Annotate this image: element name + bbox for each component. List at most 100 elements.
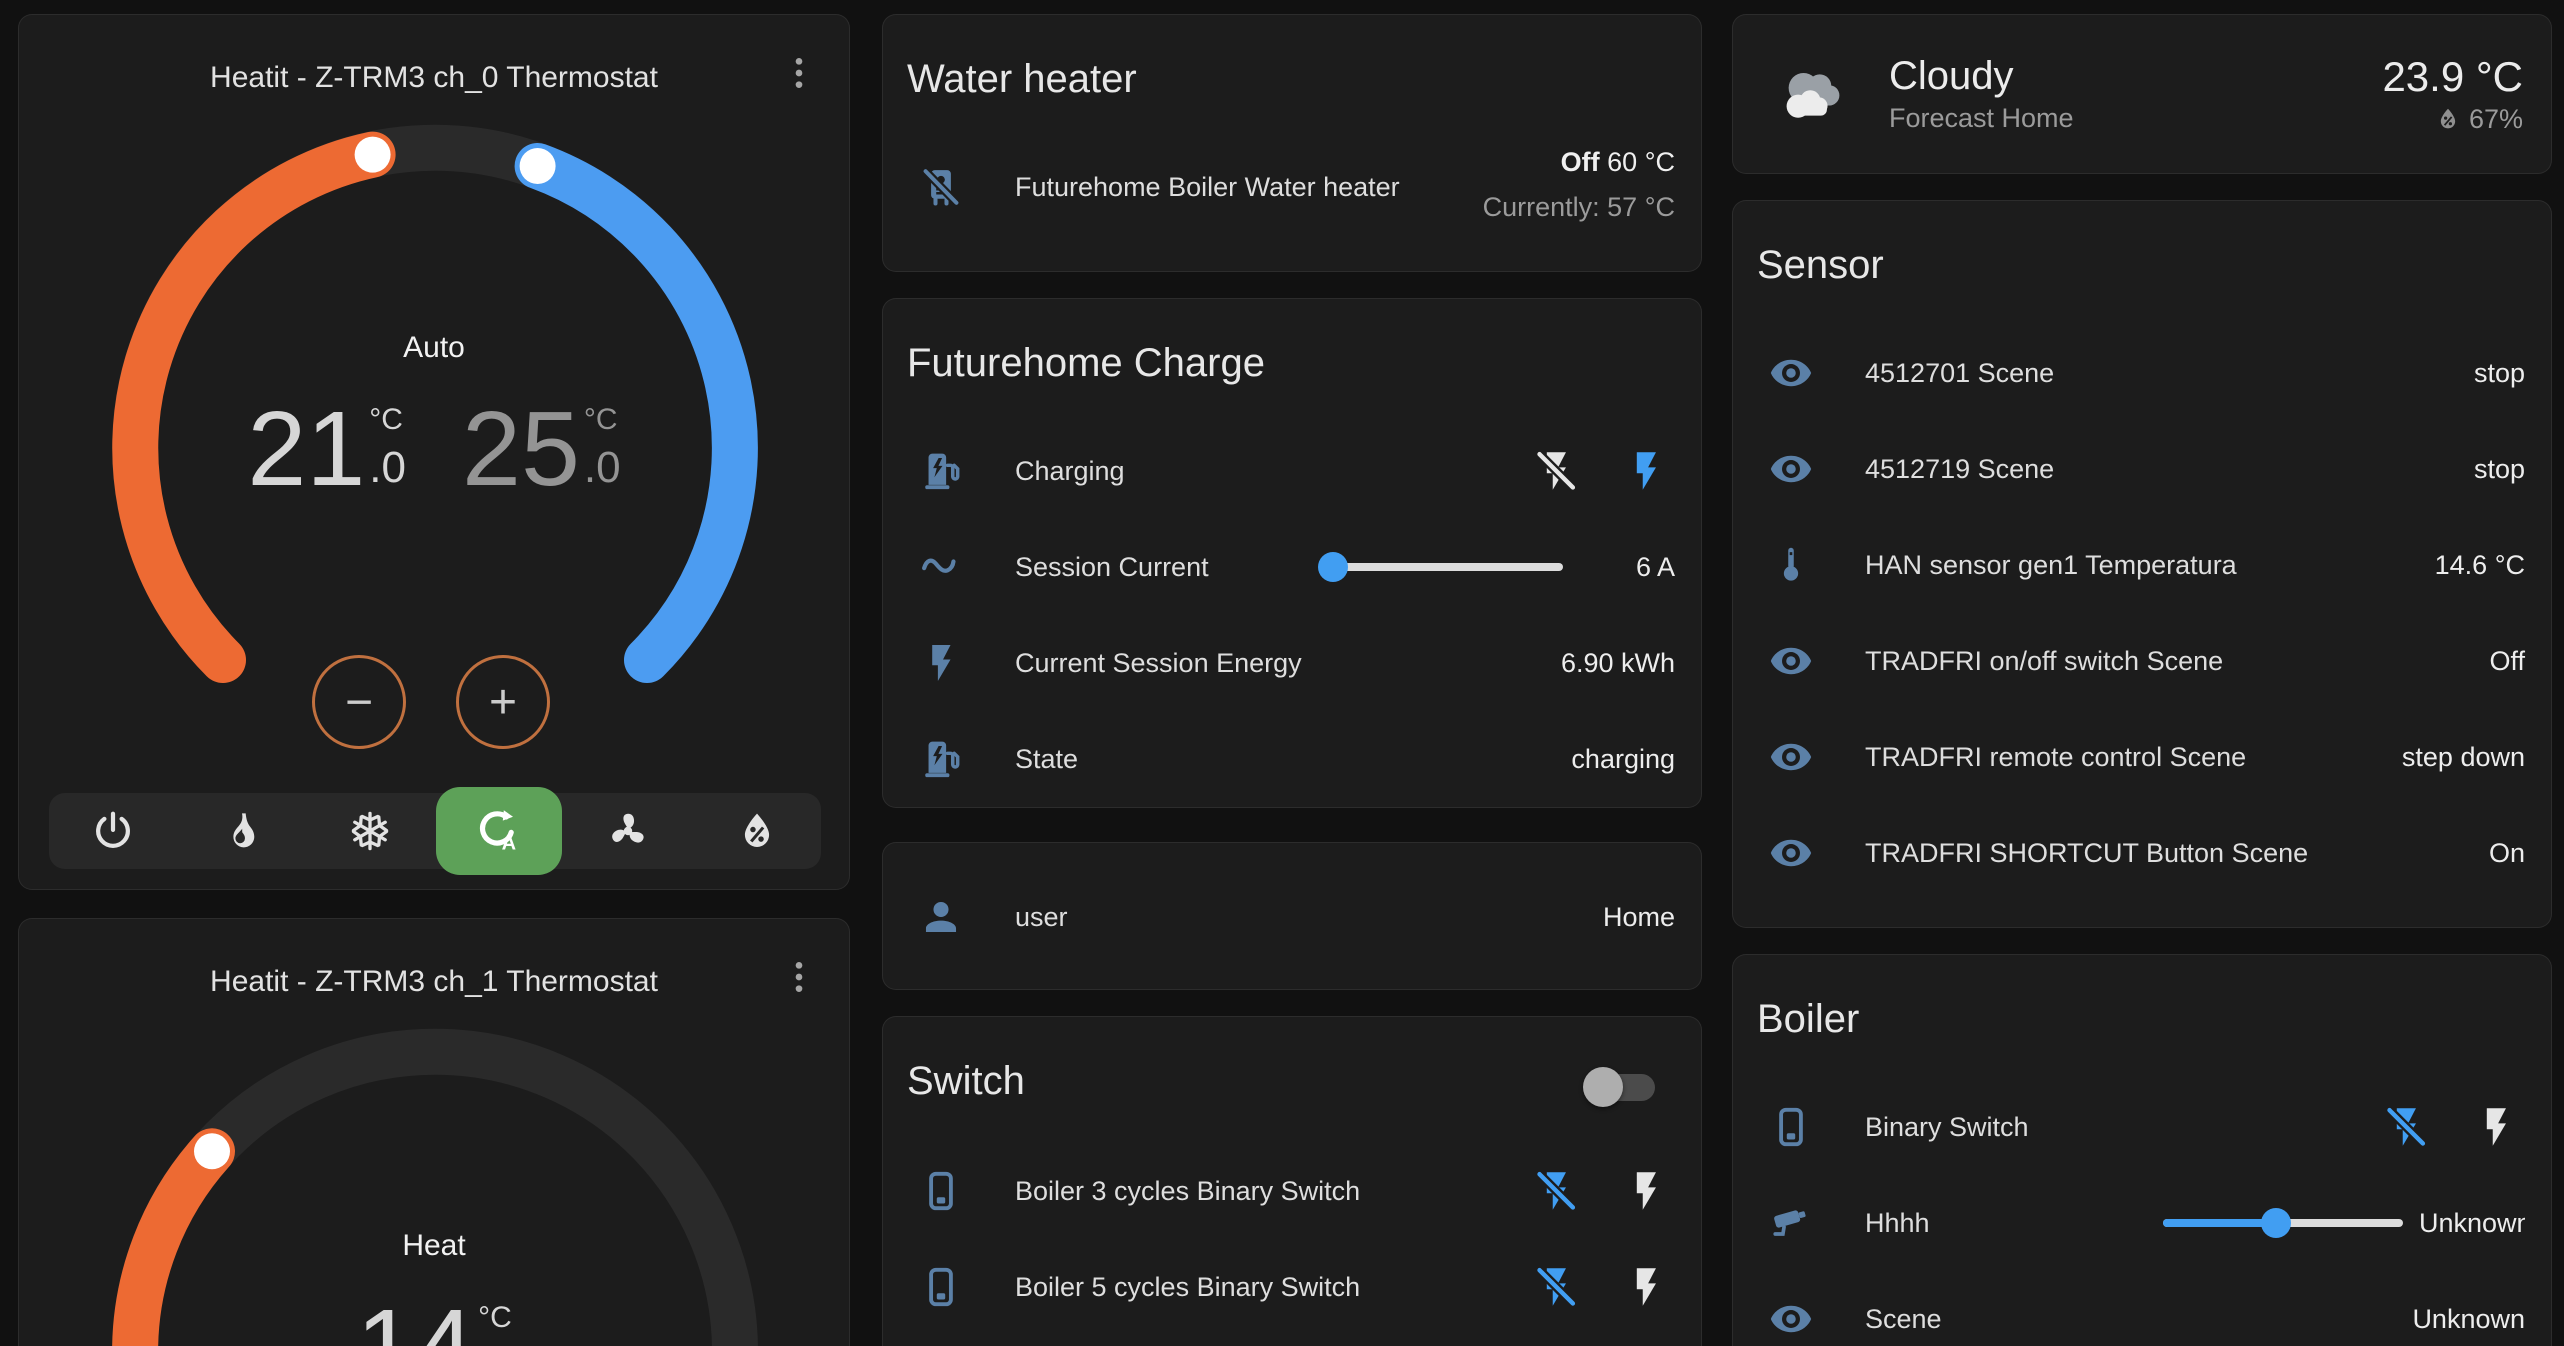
high-handle[interactable] <box>520 148 556 184</box>
more-options-icon[interactable] <box>779 51 819 95</box>
ev-station-icon <box>919 737 963 781</box>
mode-cool-button[interactable] <box>306 793 434 869</box>
target-handle[interactable] <box>194 1133 230 1169</box>
low-handle[interactable] <box>355 137 391 173</box>
entity-name: TRADFRI on/off switch Scene <box>1865 646 2473 677</box>
flash-icon[interactable] <box>1623 1264 1669 1310</box>
entity-row[interactable]: HAN sensor gen1 Temperatura 14.6 °C <box>1733 517 2551 613</box>
entity-row[interactable]: TRADFRI on/off switch Scene Off <box>1733 613 2551 709</box>
fan-icon <box>606 809 650 853</box>
entity-row[interactable]: 4512719 Scene stop <box>1733 421 2551 517</box>
flash-off-icon[interactable] <box>2383 1104 2429 1150</box>
entity-name: TRADFRI remote control Scene <box>1865 742 2386 773</box>
session-current-slider[interactable] <box>1323 550 1563 584</box>
target: 14 °C <box>356 1291 512 1346</box>
mode-dry-button[interactable] <box>693 793 821 869</box>
temp-unit: °C <box>478 1301 512 1335</box>
target-temp: 60 °C <box>1607 147 1675 177</box>
fire-icon <box>220 809 264 853</box>
card-title: Futurehome Charge <box>883 299 1701 387</box>
entity-row[interactable]: Scene Unknown <box>1733 1271 2551 1346</box>
flash-off-icon[interactable] <box>1533 1264 1579 1310</box>
thermostat-ch1-card: Heatit - Z-TRM3 ch_1 Thermostat Heat 14 … <box>18 918 850 1346</box>
entity-row[interactable]: Hhhh Unknown <box>1733 1175 2551 1271</box>
entity-row[interactable]: 4512701 Scene stop <box>1733 325 2551 421</box>
eye-icon <box>1769 1297 1813 1341</box>
weather-card[interactable]: Cloudy Forecast Home 23.9 °C 67% <box>1732 14 2552 174</box>
target-temperatures: 21 °C .0 25 °C .0 <box>19 393 849 505</box>
card-title: Switch <box>907 1057 1583 1105</box>
low-temp-unit: °C <box>369 403 406 437</box>
entity-row[interactable]: TRADFRI remote control Scene step down <box>1733 709 2551 805</box>
thermostat-ch0-card: Heatit - Z-TRM3 ch_0 Thermostat Auto 21 … <box>18 14 850 890</box>
cloudy-icon <box>1769 60 1857 128</box>
mode-auto-button[interactable] <box>436 787 562 875</box>
water-percent-icon <box>735 809 779 853</box>
slider-knob[interactable] <box>1318 552 1348 582</box>
decrease-temp-button[interactable]: − <box>312 655 406 749</box>
dashboard: Heatit - Z-TRM3 ch_0 Thermostat Auto 21 … <box>0 0 2564 1346</box>
binary-switch-icon <box>1769 1105 1813 1149</box>
entity-row[interactable]: Session Current 6 A <box>883 519 1701 615</box>
slider-fill <box>2163 1219 2276 1227</box>
entity-name: Futurehome Boiler Water heater <box>1015 172 1467 203</box>
flash-off-icon[interactable] <box>1533 448 1579 494</box>
futurehome-charge-card: Futurehome Charge Charging Session Curre… <box>882 298 1702 808</box>
mode-off-button[interactable] <box>49 793 177 869</box>
state-value: Off <box>1561 147 1600 177</box>
water-heater-card: Water heater Futurehome Boiler Water hea… <box>882 14 1702 272</box>
slider-knob[interactable] <box>2261 1208 2291 1238</box>
increase-temp-button[interactable]: + <box>456 655 550 749</box>
flash-icon[interactable] <box>1623 448 1669 494</box>
entity-state: Unknown <box>2419 1208 2525 1239</box>
target-high: 25 °C .0 <box>462 393 621 505</box>
entity-row[interactable]: user Home <box>883 869 1701 965</box>
snowflake-icon <box>348 809 392 853</box>
group-toggle[interactable] <box>1583 1067 1661 1107</box>
binary-switch-icon <box>919 1169 963 1213</box>
entity-row[interactable]: Current Session Energy 6.90 kWh <box>883 615 1701 711</box>
cctv-icon <box>1769 1201 1813 1245</box>
entity-row[interactable]: Boiler 5 cycles Binary Switch <box>883 1239 1701 1335</box>
flash-off-icon[interactable] <box>1533 1168 1579 1214</box>
low-temp-value: 21 <box>247 393 365 505</box>
low-temp-decimal: .0 <box>369 443 406 493</box>
boiler-card: Boiler Binary Switch Hhhh Unknown Scene … <box>1732 954 2552 1346</box>
entity-name: Boiler 3 cycles Binary Switch <box>1015 1176 1517 1207</box>
entity-state: 6 A <box>1579 552 1675 583</box>
hhhh-slider[interactable] <box>2163 1206 2403 1240</box>
entity-row[interactable]: Boiler 3 cycles Binary Switch <box>883 1143 1701 1239</box>
weather-temperature: 23.9 °C <box>2382 52 2523 102</box>
current-temp: Currently: 57 °C <box>1483 192 1675 222</box>
entity-state: Home <box>1603 902 1675 933</box>
entity-row[interactable]: Charging <box>883 423 1701 519</box>
ev-station-icon <box>919 449 963 493</box>
entity-name: TRADFRI SHORTCUT Button Scene <box>1865 838 2473 869</box>
entity-name: Binary Switch <box>1865 1112 2367 1143</box>
card-title: Boiler <box>1733 955 2551 1043</box>
toggle-knob[interactable] <box>1583 1067 1623 1107</box>
hvac-mode-label: Heat <box>19 1229 849 1263</box>
more-options-icon[interactable] <box>779 955 819 999</box>
entity-row[interactable]: TRADFRI SHORTCUT Button Scene On <box>1733 805 2551 901</box>
slider-track[interactable] <box>1323 563 1563 571</box>
entity-name: Boiler 5 cycles Binary Switch <box>1015 1272 1517 1303</box>
entity-name: Scene <box>1865 1304 2396 1335</box>
entity-state-block: Off 60 °C Currently: 57 °C <box>1483 142 1675 232</box>
thermometer-icon <box>1769 543 1813 587</box>
weather-humidity: 67% <box>2469 102 2523 136</box>
entity-state: stop <box>2474 454 2525 485</box>
entity-state: Off <box>2489 646 2525 677</box>
flash-icon[interactable] <box>2473 1104 2519 1150</box>
mode-heat-button[interactable] <box>177 793 305 869</box>
flash-icon[interactable] <box>1623 1168 1669 1214</box>
entity-state: step down <box>2402 742 2525 773</box>
entity-row[interactable]: State charging <box>883 711 1701 807</box>
entity-name: Session Current <box>1015 552 1323 583</box>
entity-row[interactable]: Futurehome Boiler Water heater Off 60 °C… <box>883 139 1701 235</box>
switch-card: Switch Boiler 3 cycles Binary Switch Boi… <box>882 1016 1702 1346</box>
entity-name: Charging <box>1015 456 1517 487</box>
mode-fan-button[interactable] <box>564 793 692 869</box>
high-temp-decimal: .0 <box>584 443 621 493</box>
entity-row[interactable]: Binary Switch <box>1733 1079 2551 1175</box>
